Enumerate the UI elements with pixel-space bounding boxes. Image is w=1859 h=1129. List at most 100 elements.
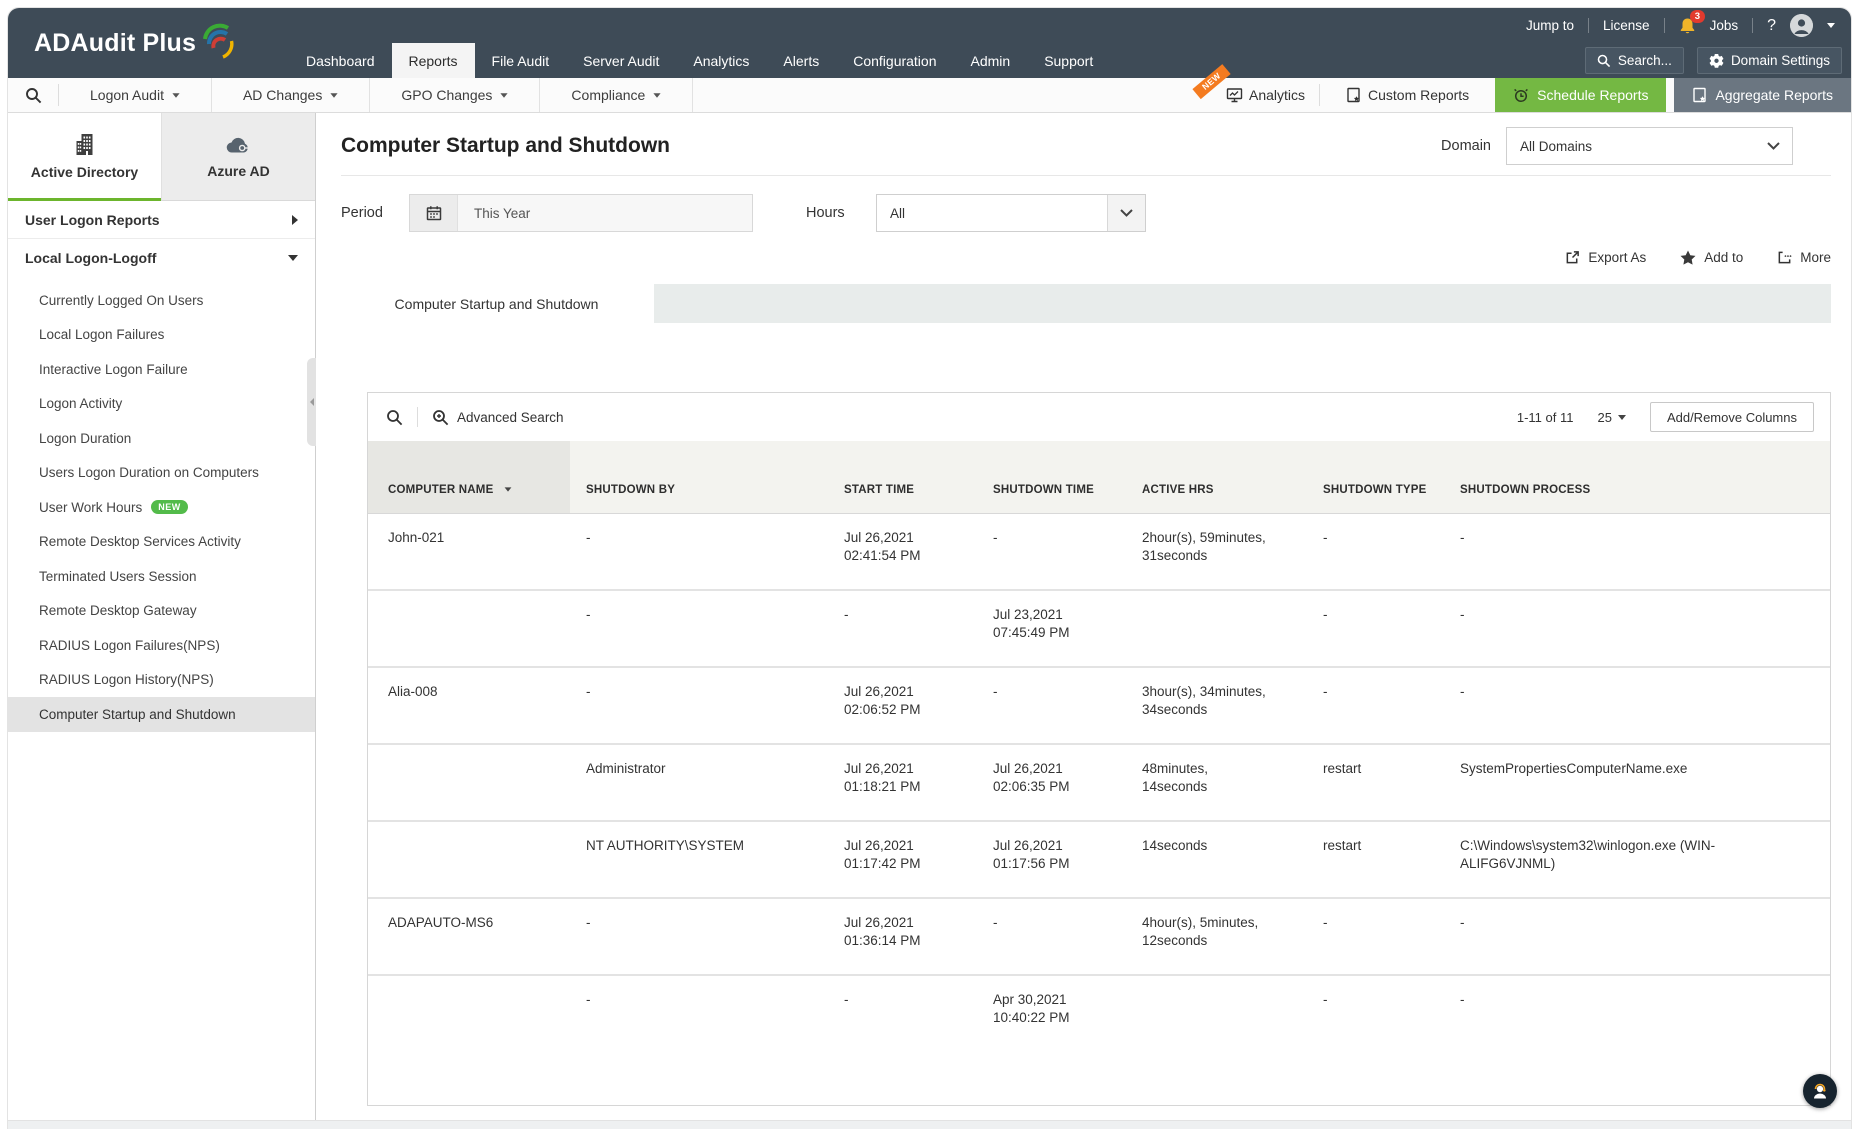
help-button[interactable]: ?	[1767, 17, 1776, 35]
more-button[interactable]: More	[1777, 250, 1831, 265]
report-menu-dropdown[interactable]: AD Changes	[212, 78, 370, 112]
cell-shutdown-time: Apr 30,2021 10:40:22 PM	[993, 992, 1070, 1025]
column-header[interactable]: START TIME	[828, 441, 977, 513]
cell-shutdown-process: -	[1460, 684, 1465, 699]
sidebar-item[interactable]: RADIUS Logon History(NPS)	[8, 663, 315, 698]
license-link[interactable]: License	[1603, 18, 1650, 33]
filter-row: Period This Year Hours All	[341, 194, 1851, 232]
report-menu-dropdown[interactable]: Logon Audit	[59, 78, 212, 112]
cell-shutdown-process: SystemPropertiesComputerName.exe	[1460, 761, 1687, 776]
nav-item[interactable]: Reports	[392, 43, 475, 78]
report-menu-dropdown[interactable]: GPO Changes	[370, 78, 540, 112]
sort-caret-icon	[504, 487, 511, 491]
nav-item[interactable]: Server Audit	[566, 43, 676, 78]
app-logo[interactable]: ADAudit Plus	[8, 8, 283, 78]
sidebar-tabs: Active Directory Azure AD	[8, 113, 315, 201]
table-row[interactable]: John-021 - Jul 26,2021 02:41:54 PM - 2ho…	[368, 513, 1830, 590]
column-header[interactable]: SHUTDOWN BY	[570, 441, 828, 513]
sidebar-item[interactable]: RADIUS Logon Failures(NPS)	[8, 628, 315, 663]
more-label: More	[1800, 250, 1831, 265]
nav-item[interactable]: Alerts	[766, 43, 836, 78]
hours-select[interactable]: All	[876, 194, 1146, 232]
sidebar-item[interactable]: Remote Desktop Services Activity	[8, 525, 315, 560]
table-row[interactable]: Administrator Jul 26,2021 01:18:21 PM Ju…	[368, 744, 1830, 821]
period-picker[interactable]: This Year	[409, 194, 753, 232]
sidebar-item[interactable]: Local Logon Failures	[8, 318, 315, 353]
nav-item[interactable]: Dashboard	[289, 43, 392, 78]
domain-select[interactable]: All Domains	[1506, 127, 1793, 165]
logo-swirl-icon	[198, 19, 234, 61]
sidebar-item[interactable]: Remote Desktop Gateway	[8, 594, 315, 629]
custom-reports-button[interactable]: Custom Reports	[1320, 78, 1495, 112]
user-icon	[1790, 14, 1813, 37]
sidebar-item[interactable]: Terminated Users Session	[8, 559, 315, 594]
advanced-search-button[interactable]: Advanced Search	[422, 409, 574, 426]
column-header[interactable]: ACTIVE HRS	[1126, 441, 1307, 513]
table-row[interactable]: ADAPAUTO-MS6 - Jul 26,2021 01:36:14 PM -…	[368, 898, 1830, 975]
sidebar-item[interactable]: Users Logon Duration on Computers	[8, 456, 315, 491]
column-header[interactable]: SHUTDOWN TIME	[977, 441, 1126, 513]
analytics-monitor-icon	[1226, 87, 1243, 103]
schedule-reports-button[interactable]: Schedule Reports	[1495, 78, 1666, 112]
sidebar-item[interactable]: Logon Activity	[8, 387, 315, 422]
page-size-select[interactable]: 25	[1597, 410, 1625, 425]
report-menu-label: AD Changes	[243, 87, 322, 103]
report-toolbar: Logon Audit AD Changes GPO Changes	[8, 78, 1851, 113]
jobs-link[interactable]: Jobs	[1710, 18, 1739, 33]
add-to-button[interactable]: Add to	[1680, 250, 1743, 265]
column-search-icon[interactable]	[376, 409, 413, 426]
report-menu-dropdown[interactable]: Compliance	[540, 78, 693, 112]
domain-settings-button[interactable]: Domain Settings	[1697, 47, 1842, 74]
notifications-button[interactable]: 3	[1679, 17, 1696, 35]
cell-start-time: Jul 26,2021 01:18:21 PM	[844, 761, 921, 794]
sidebar-item[interactable]: User Work Hours NEW	[8, 490, 315, 525]
cell-shutdown-by: -	[586, 684, 591, 699]
cell-shutdown-time: Jul 26,2021 02:06:35 PM	[993, 761, 1070, 794]
cell-start-time: -	[844, 607, 849, 622]
sidebar-item[interactable]: Currently Logged On Users	[8, 283, 315, 318]
report-menu-label: GPO Changes	[401, 87, 492, 103]
sidebar-item-label: Remote Desktop Gateway	[39, 603, 197, 618]
cloud-link-icon	[225, 134, 252, 156]
table-row[interactable]: Alia-008 - Jul 26,2021 02:06:52 PM - 3ho…	[368, 667, 1830, 744]
divider	[1664, 18, 1665, 33]
column-header-label: SHUTDOWN BY	[586, 484, 675, 496]
report-tab-computer-startup-shutdown[interactable]: Computer Startup and Shutdown	[339, 284, 654, 323]
cell-shutdown-by: -	[586, 530, 591, 545]
column-header[interactable]: SHUTDOWN TYPE	[1307, 441, 1444, 513]
column-header-label: ACTIVE HRS	[1142, 484, 1214, 496]
cell-shutdown-type: -	[1323, 530, 1328, 545]
column-header[interactable]: SHUTDOWN PROCESS	[1444, 441, 1830, 513]
nav-item[interactable]: Support	[1027, 43, 1110, 78]
sidebar-item[interactable]: Logon Duration	[8, 421, 315, 456]
report-search-icon[interactable]	[8, 78, 58, 112]
tab-label: Active Directory	[31, 164, 138, 180]
domain-value: All Domains	[1507, 139, 1754, 154]
tab-active-directory[interactable]: Active Directory	[8, 113, 161, 201]
table-row[interactable]: - - Apr 30,2021 10:40:22 PM - -	[368, 975, 1830, 1052]
add-remove-columns-button[interactable]: Add/Remove Columns	[1650, 402, 1814, 432]
sidebar-item[interactable]: Computer Startup and Shutdown	[8, 697, 315, 732]
analytics-button[interactable]: NEW Analytics	[1196, 78, 1319, 112]
sidebar-group-local-logon-logoff[interactable]: Local Logon-Logoff	[8, 239, 315, 277]
nav-item[interactable]: File Audit	[475, 43, 567, 78]
jump-to-link[interactable]: Jump to	[1526, 18, 1574, 33]
sidebar-collapse-handle[interactable]	[307, 358, 316, 446]
tab-azure-ad[interactable]: Azure AD	[161, 113, 315, 201]
export-as-button[interactable]: Export As	[1565, 250, 1646, 265]
nav-items: Dashboard Reports File Audit Server Audi…	[289, 43, 1110, 78]
sidebar-group-user-logon-reports[interactable]: User Logon Reports	[8, 201, 315, 239]
column-header[interactable]: COMPUTER NAME	[368, 441, 570, 513]
sidebar-item-label: Users Logon Duration on Computers	[39, 465, 259, 480]
nav-item[interactable]: Configuration	[836, 43, 953, 78]
global-search-button[interactable]: Search...	[1585, 47, 1684, 74]
table-row[interactable]: NT AUTHORITY\SYSTEM Jul 26,2021 01:17:42…	[368, 821, 1830, 898]
nav-item[interactable]: Analytics	[676, 43, 766, 78]
support-chat-button[interactable]	[1803, 1074, 1837, 1108]
nav-item[interactable]: Admin	[954, 43, 1028, 78]
table-row[interactable]: - - Jul 23,2021 07:45:49 PM - -	[368, 590, 1830, 667]
aggregate-reports-button[interactable]: Aggregate Reports	[1674, 78, 1851, 112]
sidebar-item[interactable]: Interactive Logon Failure	[8, 352, 315, 387]
user-avatar[interactable]	[1790, 14, 1813, 37]
chevron-down-icon[interactable]	[1827, 23, 1835, 28]
